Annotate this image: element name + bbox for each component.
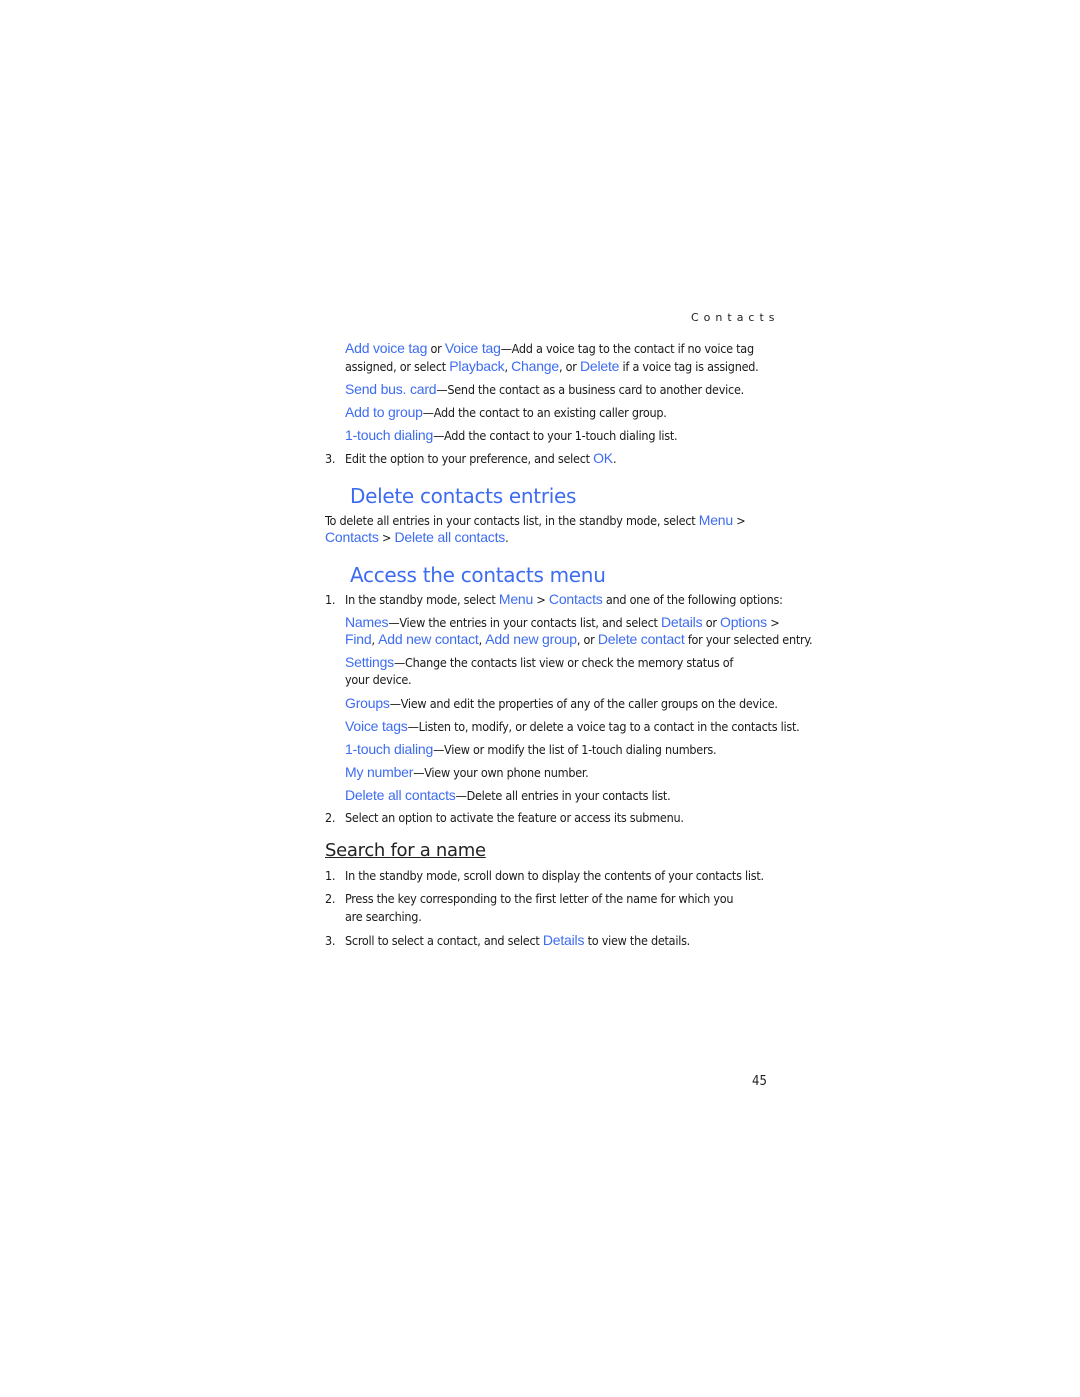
ui-term: Delete: [579, 358, 620, 374]
ui-term: Delete contact: [597, 631, 685, 647]
ui-term: OK: [593, 450, 613, 466]
access-step-2: 2. Select an option to activate the featu…: [325, 810, 684, 825]
delete-paragraph-line1: To delete all entries in your contacts l…: [325, 512, 746, 528]
ui-term: Settings: [345, 654, 394, 670]
option-send-bus-card: Send bus. card—Send the contact as a bus…: [345, 381, 744, 397]
option-settings-cont: your device.: [345, 672, 412, 687]
ui-term: Delete all contacts: [394, 529, 506, 545]
option-add-voice-tag: Add voice tag or Voice tag—Add a voice t…: [345, 340, 754, 356]
option-my-number: My number—View your own phone number.: [345, 764, 589, 780]
search-step-1: 1. In the standby mode, scroll down to di…: [325, 868, 764, 883]
option-1-touch-dialing: 1-touch dialing—Add the contact to your …: [345, 427, 678, 443]
ui-term: Menu: [498, 591, 534, 607]
heading-search-for-a-name: Search for a name: [325, 840, 486, 861]
ui-term: Find: [345, 631, 372, 647]
ui-term: Details: [542, 932, 585, 948]
ui-term: My number: [345, 764, 414, 780]
option-settings: Settings—Change the contacts list view o…: [345, 654, 734, 670]
ui-term: Add new contact: [378, 631, 479, 647]
ui-term: Add to group: [345, 404, 423, 420]
ui-term: Voice tag: [444, 340, 501, 356]
running-header: Contacts: [691, 311, 780, 324]
option-names: Names—View the entries in your contacts …: [345, 614, 780, 630]
option-add-voice-tag-cont: assigned, or select Playback, Change, or…: [345, 358, 759, 374]
option-groups: Groups—View and edit the properties of a…: [345, 695, 778, 711]
search-step-2: 2. Press the key corresponding to the fir…: [325, 891, 734, 906]
ui-term: 1-touch dialing: [345, 741, 434, 757]
ui-term: Change: [511, 358, 559, 374]
option-names-cont: Find, Add new contact, Add new group, or…: [345, 631, 813, 647]
ui-term: Playback: [449, 358, 505, 374]
ui-term: Menu: [698, 512, 733, 528]
manual-page: Contacts Add voice tag or Voice tag—Add …: [0, 0, 1080, 1397]
ui-term: Voice tags: [345, 718, 408, 734]
ui-term: Contacts: [548, 591, 603, 607]
ui-term: Contacts: [325, 529, 379, 545]
option-add-to-group: Add to group—Add the contact to an exist…: [345, 404, 667, 420]
ui-term: Add voice tag: [345, 340, 428, 356]
option-delete-all-contacts: Delete all contacts—Delete all entries i…: [345, 787, 671, 803]
option-1-touch-dialing-menu: 1-touch dialing—View or modify the list …: [345, 741, 717, 757]
search-step-2-cont: are searching.: [345, 909, 422, 924]
ui-term: Groups: [345, 695, 390, 711]
heading-access-contacts-menu: Access the contacts menu: [350, 563, 606, 587]
ui-term: Add new group: [485, 631, 577, 647]
ui-term: Delete all contacts: [345, 787, 456, 803]
search-step-3: 3. Scroll to select a contact, and select…: [325, 932, 690, 948]
ui-term: Names: [345, 614, 389, 630]
ui-term: Send bus. card: [345, 381, 437, 397]
ui-term: Options: [720, 614, 767, 630]
option-voice-tags: Voice tags—Listen to, modify, or delete …: [345, 718, 800, 734]
ui-term: 1-touch dialing: [345, 427, 434, 443]
delete-paragraph-line2: Contacts > Delete all contacts.: [325, 529, 509, 545]
step-3: 3. Edit the option to your preference, an…: [325, 450, 617, 466]
heading-delete-contacts-entries: Delete contacts entries: [350, 484, 577, 508]
page-number: 45: [752, 1074, 767, 1089]
ui-term: Details: [660, 614, 703, 630]
access-step-1: 1. In the standby mode, select Menu > Con…: [325, 591, 783, 607]
